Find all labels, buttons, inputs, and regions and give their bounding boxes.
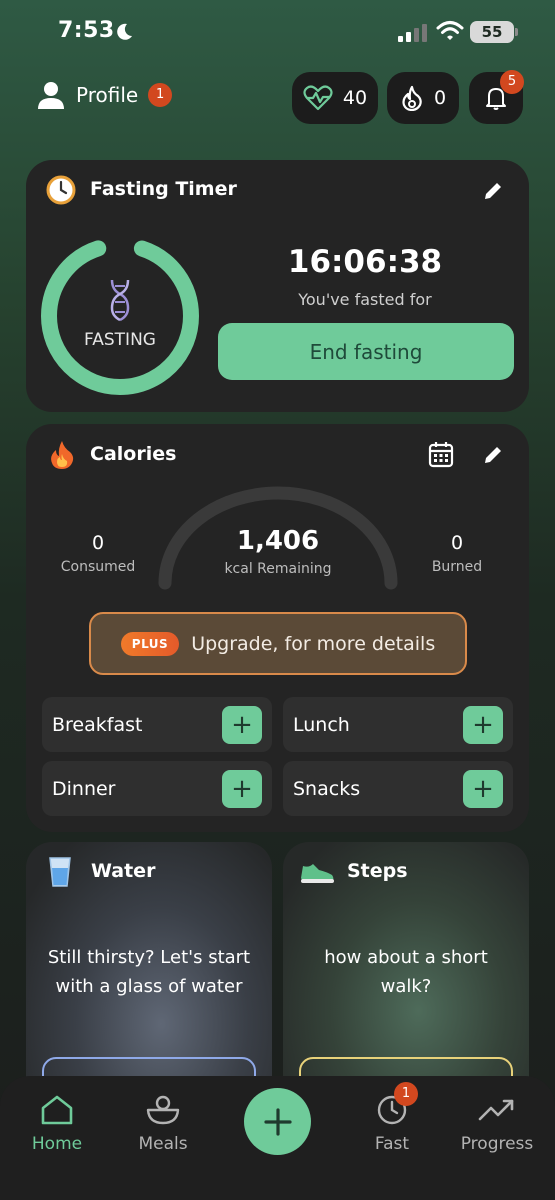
fasting-title: Fasting Timer [90, 178, 237, 200]
meal-label: Dinner [52, 777, 116, 800]
signal-icon [398, 24, 427, 42]
trend-up-icon [478, 1099, 514, 1121]
user-icon [38, 82, 64, 109]
streak-value: 0 [433, 87, 447, 109]
meal-dinner[interactable]: Dinner + [42, 761, 272, 816]
moon-icon [117, 23, 132, 40]
meal-label: Breakfast [52, 713, 143, 736]
dna-icon [110, 279, 130, 322]
heart-pulse-icon [303, 85, 333, 111]
steps-title: Steps [347, 860, 408, 882]
end-fasting-button[interactable]: End fasting [218, 323, 514, 380]
edit-calories-icon[interactable] [482, 444, 504, 466]
nav-progress-label: Progress [460, 1134, 534, 1154]
fast-badge: 1 [394, 1082, 418, 1106]
fasting-subtitle: You've fasted for [298, 290, 432, 309]
health-score-value: 40 [342, 87, 368, 109]
flame-outline-icon [402, 85, 422, 111]
battery-tip [515, 28, 518, 36]
bowl-icon [146, 1095, 180, 1125]
home-icon [41, 1095, 73, 1125]
status-time: 7:53 [58, 18, 115, 43]
meal-breakfast[interactable]: Breakfast + [42, 697, 272, 752]
streak-button[interactable]: 0 [387, 72, 459, 124]
water-title: Water [91, 860, 156, 882]
clock-icon [46, 175, 76, 205]
edit-fasting-icon[interactable] [482, 180, 504, 202]
profile-button[interactable]: Profile 1 [36, 80, 173, 110]
nav-fast-label: Fast [374, 1134, 410, 1154]
water-message: Still thirsty? Let's start with a glass … [47, 947, 251, 997]
nav-meals[interactable]: Meals [118, 1094, 208, 1154]
steps-card[interactable]: Steps how about a short walk? [283, 842, 529, 1102]
profile-label: Profile [76, 83, 139, 107]
calories-title: Calories [90, 443, 177, 465]
burned-label: Burned [431, 559, 483, 575]
fasting-state-label: FASTING [84, 330, 156, 350]
burned-value: 0 [450, 532, 464, 554]
nav-home[interactable]: Home [12, 1094, 102, 1154]
meal-label: Snacks [293, 777, 361, 800]
consumed-value: 0 [91, 532, 105, 554]
add-breakfast-button[interactable]: + [222, 705, 262, 744]
add-snacks-button[interactable]: + [463, 769, 503, 808]
upgrade-text: Upgrade, for more details [191, 632, 436, 655]
fire-icon [51, 441, 74, 469]
plus-icon [263, 1107, 292, 1136]
upgrade-banner[interactable]: PLUS Upgrade, for more details [89, 612, 467, 675]
battery-icon: 55 [470, 21, 514, 43]
consumed-label: Consumed [60, 559, 136, 575]
steps-message: how about a short walk? [324, 947, 488, 997]
profile-badge: 1 [148, 83, 173, 107]
remaining-value: 1,406 [236, 526, 320, 556]
nav-fast[interactable]: Fast [347, 1094, 437, 1154]
fasting-elapsed-time: 16:06:38 [287, 244, 443, 280]
notification-badge: 5 [500, 70, 524, 94]
calendar-icon[interactable] [428, 441, 454, 468]
nav-meals-label: Meals [138, 1134, 188, 1154]
add-lunch-button[interactable]: + [463, 705, 503, 744]
meal-snacks[interactable]: Snacks + [283, 761, 513, 816]
meal-lunch[interactable]: Lunch + [283, 697, 513, 752]
plus-badge: PLUS [120, 631, 180, 656]
add-fab-button[interactable] [244, 1088, 311, 1155]
water-glass-icon [49, 857, 71, 887]
add-dinner-button[interactable]: + [222, 769, 262, 808]
nav-home-label: Home [31, 1134, 83, 1154]
nav-progress[interactable]: Progress [452, 1094, 542, 1154]
health-score-button[interactable]: 40 [292, 72, 378, 124]
meal-label: Lunch [293, 713, 350, 736]
sneaker-icon [301, 864, 334, 883]
water-card[interactable]: Water Still thirsty? Let's start with a … [26, 842, 272, 1102]
remaining-label: kcal Remaining [224, 561, 332, 577]
wifi-icon [436, 21, 464, 40]
